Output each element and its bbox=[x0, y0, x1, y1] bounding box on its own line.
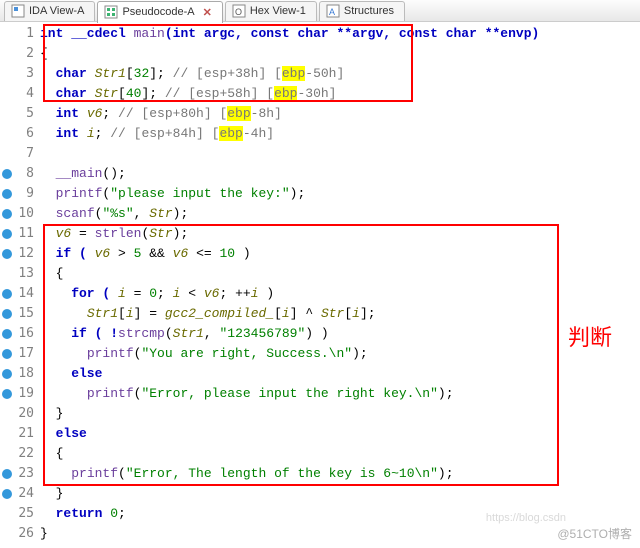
code-line: { bbox=[40, 44, 640, 64]
line-number[interactable]: 1 bbox=[0, 24, 40, 44]
line-number[interactable]: 7 bbox=[0, 144, 40, 164]
tab-bar: IDA View-A Pseudocode-A ✕ O Hex View-1 A… bbox=[0, 0, 640, 22]
close-icon[interactable]: ✕ bbox=[203, 6, 212, 19]
code-line: v6 = strlen(Str); bbox=[40, 224, 640, 244]
code-line: int i; // [esp+84h] [ebp-4h] bbox=[40, 124, 640, 144]
line-number[interactable]: 13 bbox=[0, 264, 40, 284]
ida-icon bbox=[11, 4, 25, 18]
code-line: int v6; // [esp+80h] [ebp-8h] bbox=[40, 104, 640, 124]
code-line: } bbox=[40, 484, 640, 504]
code-line: } bbox=[40, 524, 640, 544]
code-line: for ( i = 0; i < v6; ++i ) bbox=[40, 284, 640, 304]
code-line: } bbox=[40, 404, 640, 424]
watermark: @51CTO博客 bbox=[557, 525, 632, 542]
line-number[interactable]: 25 bbox=[0, 504, 40, 524]
code-line: printf("Error, The length of the key is … bbox=[40, 464, 640, 484]
code-line: char Str1[32]; // [esp+38h] [ebp-50h] bbox=[40, 64, 640, 84]
line-number[interactable]: 6 bbox=[0, 124, 40, 144]
code-editor: 1 2 3 4 5 6 7 8 9 10 11 12 13 14 15 16 1… bbox=[0, 22, 640, 548]
code-line: scanf("%s", Str); bbox=[40, 204, 640, 224]
code-line: printf("Error, please input the right ke… bbox=[40, 384, 640, 404]
code-line: if ( v6 > 5 && v6 <= 10 ) bbox=[40, 244, 640, 264]
struct-icon: A bbox=[326, 4, 340, 18]
code-line: Str1[i] = gcc2_compiled_[i] ^ Str[i]; bbox=[40, 304, 640, 324]
code-line: else bbox=[40, 364, 640, 384]
tab-label: Pseudocode-A bbox=[122, 6, 194, 18]
pseudocode-icon bbox=[104, 5, 118, 19]
tab-label: Structures bbox=[344, 5, 394, 17]
code-line: __main(); bbox=[40, 164, 640, 184]
line-number[interactable]: 8 bbox=[0, 164, 40, 184]
code-line: if ( !strcmp(Str1, "123456789") ) bbox=[40, 324, 640, 344]
tab-structures[interactable]: A Structures bbox=[319, 1, 405, 21]
line-number[interactable]: 15 bbox=[0, 304, 40, 324]
tab-ida-view[interactable]: IDA View-A bbox=[4, 1, 95, 21]
line-number[interactable]: 18 bbox=[0, 364, 40, 384]
line-number[interactable]: 23 bbox=[0, 464, 40, 484]
svg-text:O: O bbox=[235, 7, 242, 17]
line-number[interactable]: 12 bbox=[0, 244, 40, 264]
line-number[interactable]: 21 bbox=[0, 424, 40, 444]
line-gutter: 1 2 3 4 5 6 7 8 9 10 11 12 13 14 15 16 1… bbox=[0, 22, 40, 548]
line-number[interactable]: 20 bbox=[0, 404, 40, 424]
code-area[interactable]: int __cdecl main(int argc, const char **… bbox=[40, 22, 640, 548]
code-line: { bbox=[40, 264, 640, 284]
code-line: printf("You are right, Success.\n"); bbox=[40, 344, 640, 364]
tab-pseudocode[interactable]: Pseudocode-A ✕ bbox=[97, 1, 222, 23]
line-number[interactable]: 24 bbox=[0, 484, 40, 504]
hex-icon: O bbox=[232, 4, 246, 18]
code-line bbox=[40, 144, 640, 164]
code-line: char Str[40]; // [esp+58h] [ebp-30h] bbox=[40, 84, 640, 104]
line-number[interactable]: 5 bbox=[0, 104, 40, 124]
line-number[interactable]: 14 bbox=[0, 284, 40, 304]
line-number[interactable]: 4 bbox=[0, 84, 40, 104]
tab-label: IDA View-A bbox=[29, 5, 84, 17]
code-line: int __cdecl main(int argc, const char **… bbox=[40, 24, 640, 44]
code-line: else bbox=[40, 424, 640, 444]
line-number[interactable]: 11 bbox=[0, 224, 40, 244]
line-number[interactable]: 19 bbox=[0, 384, 40, 404]
line-number[interactable]: 22 bbox=[0, 444, 40, 464]
annotation-label: 判断 bbox=[568, 320, 612, 352]
watermark-faint: https://blog.csdn bbox=[486, 512, 566, 524]
code-line: { bbox=[40, 444, 640, 464]
line-number[interactable]: 10 bbox=[0, 204, 40, 224]
svg-text:A: A bbox=[329, 7, 335, 17]
line-number[interactable]: 17 bbox=[0, 344, 40, 364]
line-number[interactable]: 2 bbox=[0, 44, 40, 64]
code-line: printf("please input the key:"); bbox=[40, 184, 640, 204]
line-number[interactable]: 9 bbox=[0, 184, 40, 204]
line-number[interactable]: 26 bbox=[0, 524, 40, 544]
line-number[interactable]: 16 bbox=[0, 324, 40, 344]
tab-hex-view[interactable]: O Hex View-1 bbox=[225, 1, 317, 21]
line-number[interactable]: 3 bbox=[0, 64, 40, 84]
tab-label: Hex View-1 bbox=[250, 5, 306, 17]
